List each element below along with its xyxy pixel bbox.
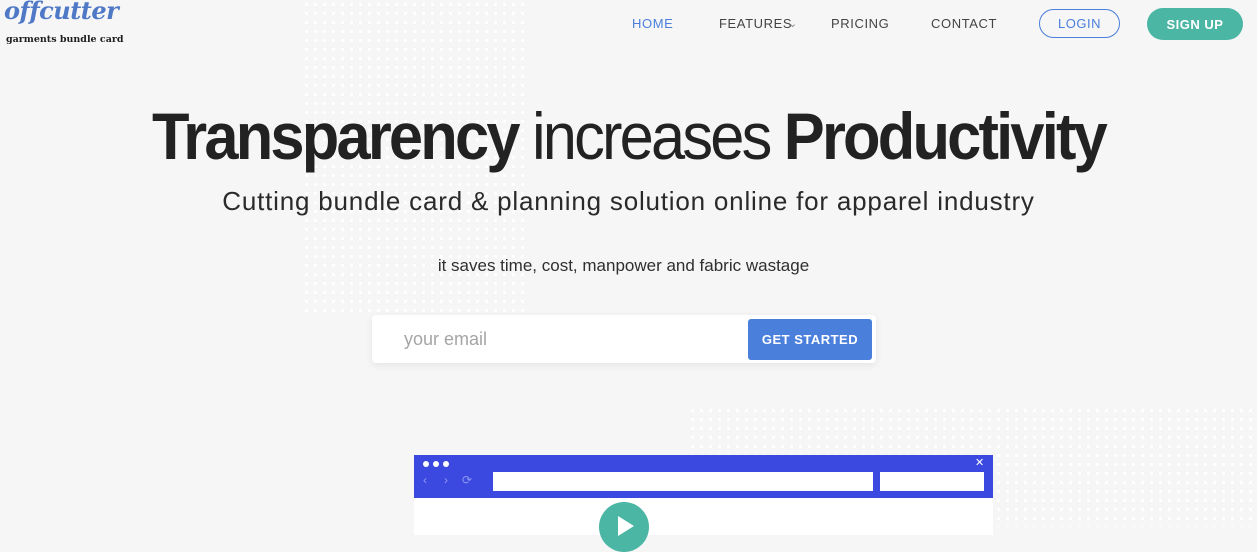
login-button[interactable]: LOGIN [1039,9,1120,38]
logo[interactable]: offcutter garments bundle card [4,0,124,48]
email-input[interactable] [402,325,736,353]
browser-mockup: ‹ › ⟳ ✕ [414,455,993,552]
nav-home[interactable]: HOME [632,16,673,31]
address-bar [493,472,873,491]
hero-title-word-2: increases [531,99,772,173]
nav-pricing[interactable]: PRICING [831,16,889,31]
signup-button[interactable]: SIGN UP [1147,8,1243,40]
hero-title-word-1: Transparency [151,99,520,173]
nav-contact[interactable]: CONTACT [931,16,997,31]
browser-search-bar [880,472,984,491]
forward-arrow-icon: › [444,473,448,487]
window-dot-icon [433,461,439,467]
get-started-button[interactable]: GET STARTED [748,319,872,360]
window-dot-icon [423,461,429,467]
hero-title-word-3: Productivity [783,99,1108,173]
email-signup-form: GET STARTED [372,315,876,363]
browser-toolbar: ‹ › ⟳ ✕ [414,455,993,498]
back-arrow-icon: ‹ [423,473,427,487]
hero-title: Transparency increases Productivity [44,98,1213,174]
play-icon[interactable] [599,502,649,552]
close-icon: ✕ [975,457,985,469]
reload-icon: ⟳ [462,473,473,487]
nav-features[interactable]: FEATURES [719,16,792,31]
logo-tagline: garments bundle card [6,34,124,45]
window-dot-icon [443,461,449,467]
hero-note: it saves time, cost, manpower and fabric… [437,256,810,275]
logo-wordmark: offcutter [4,0,119,25]
chevron-down-icon[interactable]: ⌄ [788,17,797,30]
hero-subtitle: Cutting bundle card & planning solution … [222,186,1035,216]
